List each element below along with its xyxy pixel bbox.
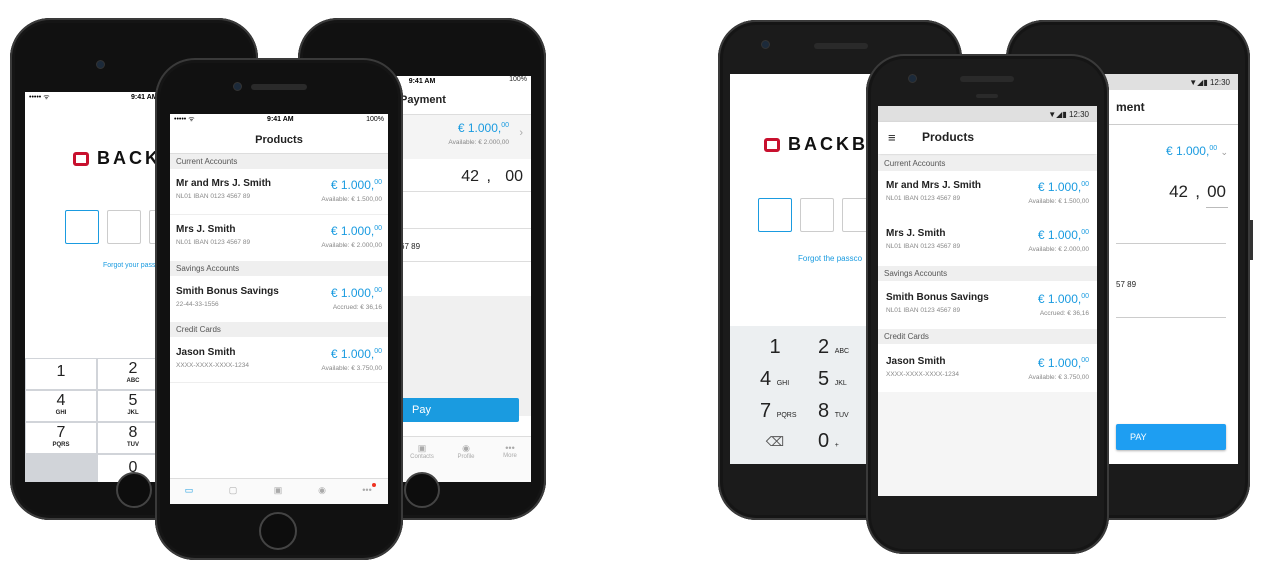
amount-input[interactable]: 42 , 00	[400, 160, 531, 192]
key-0[interactable]: 0 +	[818, 430, 868, 453]
iphone-products: ••••• ᯤ 9:41 AM 100% Products Current Acco…	[155, 58, 403, 560]
from-amount: € 1.000,	[457, 121, 502, 135]
hamburger-menu-icon[interactable]: ≡	[888, 130, 896, 145]
android-products: ▼◢▮ 12:30 ≡ Products Current Accounts Mr…	[866, 54, 1109, 554]
section-header: Savings Accounts	[170, 261, 388, 276]
account-row[interactable]: Jason Smith XXXX-XXXX-XXXX-1234 € 1.000,0…	[170, 347, 388, 372]
contacts-tab-icon[interactable]: ▣	[269, 485, 287, 496]
account-row[interactable]: Mrs J. Smith NL01 IBAN 0123 4567 89 € 1.0…	[170, 224, 388, 249]
from-account[interactable]: € 1.000,00 Available: € 2.000,00 ›	[400, 115, 531, 159]
home-button[interactable]	[116, 472, 152, 508]
to-account[interactable]: 67 89	[400, 230, 531, 262]
description-field[interactable]	[400, 193, 531, 229]
products-screen: ▼◢▮ 12:30 ≡ Products Current Accounts Mr…	[878, 106, 1097, 496]
row-divider	[170, 382, 388, 383]
status-bar: ▼◢▮ 12:30	[878, 106, 1097, 122]
list-background	[878, 392, 1097, 496]
products-screen: ••••• ᯤ 9:41 AM 100% Products Current Acco…	[170, 114, 388, 504]
forgot-passcode-link[interactable]: Forgot the passco	[798, 254, 862, 263]
section-header: Credit Cards	[170, 322, 388, 337]
pay-button[interactable]: Pay	[400, 398, 519, 422]
contacts-icon: ▣	[417, 443, 427, 453]
volume-button	[1250, 220, 1253, 260]
row-divider	[170, 214, 388, 215]
products-title: Products	[255, 134, 303, 146]
account-row[interactable]: Jason Smith XXXX-XXXX-XXXX-1234 € 1.000,0…	[878, 356, 1097, 381]
account-row[interactable]: Smith Bonus Savings NL01 IBAN 0123 4567 8…	[878, 292, 1097, 317]
notification-dot	[372, 483, 376, 487]
home-button[interactable]	[259, 512, 297, 550]
key-2[interactable]: 2 ABC	[818, 336, 868, 359]
pay-button[interactable]: PAY	[1116, 424, 1226, 450]
payment-title: Payment	[400, 94, 446, 106]
account-row[interactable]: Mrs J. Smith NL01 IBAN 0123 4567 89 € 1.0…	[878, 228, 1097, 253]
key-1[interactable]: 1	[26, 359, 96, 389]
key-1[interactable]: 1	[760, 336, 790, 359]
tab-more[interactable]: ••• More	[490, 443, 530, 459]
reference-field[interactable]	[1116, 288, 1226, 318]
from-account[interactable]: € 1.000,00 ⌄	[1166, 144, 1228, 158]
status-bar: ••••• ᯤ 9:41 AM 100%	[174, 115, 384, 123]
speaker	[251, 84, 307, 90]
key-4[interactable]: 4 GHI	[26, 391, 96, 421]
front-camera	[761, 40, 770, 49]
accounts-tab-icon[interactable]: ▭	[180, 485, 198, 496]
section-header: Current Accounts	[170, 154, 388, 169]
pin-box-2[interactable]	[800, 198, 834, 232]
forgot-passcode-link[interactable]: Forgot your passco	[103, 262, 163, 269]
more-icon: •••	[505, 443, 515, 453]
products-title: Products	[922, 130, 975, 144]
profile-tab-icon[interactable]: ◉	[313, 485, 331, 496]
description-field[interactable]	[1116, 212, 1226, 244]
front-camera	[233, 82, 242, 91]
pin-box-1[interactable]	[65, 210, 99, 244]
earpiece	[976, 94, 998, 98]
section-header: Credit Cards	[878, 329, 1097, 344]
payments-tab-icon[interactable]: ▢	[224, 485, 242, 496]
pin-box-2[interactable]	[107, 210, 141, 244]
profile-icon: ◉	[462, 443, 470, 453]
from-available: Available: € 2.000,00	[448, 139, 509, 146]
front-camera	[908, 74, 917, 83]
brand-name: BACKB	[788, 134, 868, 154]
front-camera	[96, 60, 105, 69]
key-4[interactable]: 4 GHI	[760, 368, 810, 391]
key-5[interactable]: 5 JKL	[818, 368, 868, 391]
payment-title: ment	[1116, 100, 1145, 114]
section-header: Savings Accounts	[878, 266, 1097, 281]
brand-logo: BACKB	[764, 134, 868, 155]
key-7[interactable]: 7 PQRS	[760, 400, 810, 423]
key-7[interactable]: 7 PQRS	[26, 423, 96, 453]
app-bar: ≡ Products	[878, 122, 1097, 154]
tab-bar: ▭ ▢ ▣ ◉ •••	[170, 478, 388, 504]
tab-profile[interactable]: ◉ Profile	[446, 443, 486, 460]
section-header: Current Accounts	[878, 156, 1097, 171]
backspace-icon[interactable]: ⌫	[760, 434, 790, 450]
pin-box-1[interactable]	[758, 198, 792, 232]
speaker	[960, 76, 1014, 82]
chevron-down-icon: ⌄	[1220, 147, 1228, 157]
home-button[interactable]	[404, 472, 440, 508]
speaker	[814, 43, 868, 49]
amount-input[interactable]: 42 , 00	[1116, 174, 1238, 208]
key-8[interactable]: 8 TUV	[818, 400, 868, 423]
chevron-right-icon: ›	[519, 127, 523, 139]
account-row[interactable]: Mr and Mrs J. Smith NL01 IBAN 0123 4567 8…	[170, 178, 388, 203]
account-row[interactable]: Smith Bonus Savings 22-44-33-1556 € 1.000…	[170, 286, 388, 311]
tab-contacts[interactable]: ▣ Contacts	[402, 443, 442, 460]
account-row[interactable]: Mr and Mrs J. Smith NL01 IBAN 0123 4567 8…	[878, 180, 1097, 205]
battery-indicator: 100%	[509, 76, 527, 83]
